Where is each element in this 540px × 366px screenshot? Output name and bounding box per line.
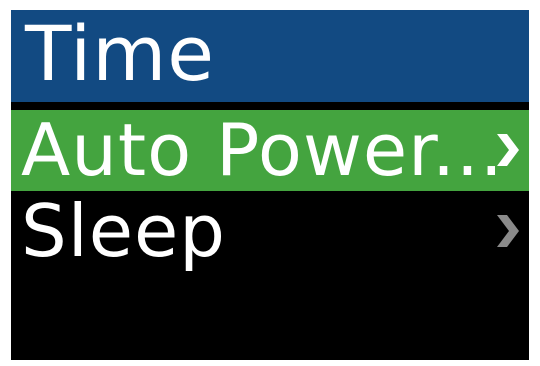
menu-item-sleep[interactable]: Sleep bbox=[11, 191, 529, 272]
chevron-right-icon bbox=[493, 130, 521, 170]
chevron-right-icon bbox=[493, 211, 521, 251]
menu-item-auto-power[interactable]: Auto Power... bbox=[11, 110, 529, 191]
device-screen: Time Auto Power... Sleep bbox=[11, 10, 529, 360]
menu-header: Time bbox=[11, 10, 529, 102]
menu-title: Time bbox=[25, 10, 215, 98]
menu-item-label: Auto Power... bbox=[21, 108, 504, 192]
menu-item-label: Sleep bbox=[21, 189, 227, 273]
